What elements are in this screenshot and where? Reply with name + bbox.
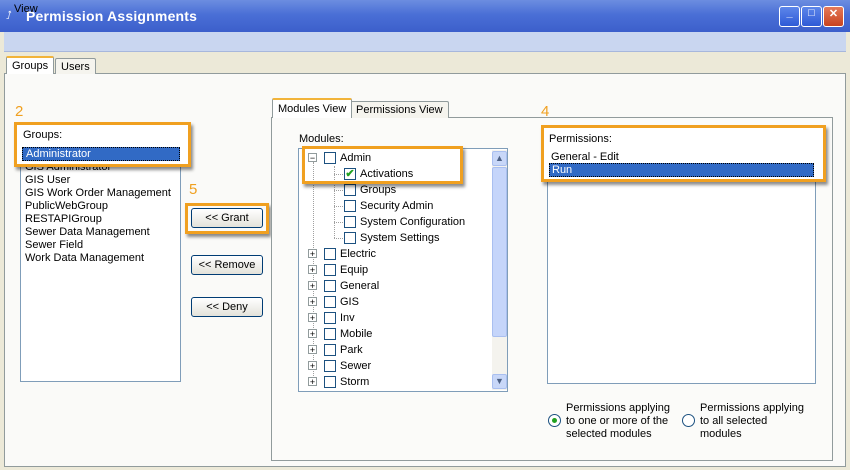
tree-node-module[interactable]: + GIS (300, 294, 492, 310)
list-item-group[interactable]: Work Data Management (25, 252, 144, 265)
checkbox[interactable] (324, 296, 336, 308)
tree-node-module[interactable]: + Park (300, 342, 492, 358)
scroll-thumb[interactable] (492, 167, 507, 337)
checkbox[interactable] (324, 280, 336, 292)
tree-node-module[interactable]: + General (300, 278, 492, 294)
tree-node-module[interactable]: + Mobile (300, 326, 492, 342)
radio-label-line: to all selected (700, 415, 768, 427)
modules-scrollbar[interactable]: ▲ ▼ (492, 150, 507, 390)
radio-any-modules[interactable] (548, 414, 561, 427)
annotation-5: 5 (189, 181, 198, 198)
menu-bar (4, 32, 846, 52)
expand-icon[interactable]: + (308, 361, 317, 371)
admin-highlight (302, 146, 463, 184)
tree-node-module[interactable]: + Sewer (300, 358, 492, 374)
remove-button[interactable]: << Remove (191, 255, 263, 275)
tree-node-child[interactable]: Security Admin (300, 198, 492, 214)
checkbox[interactable] (324, 344, 336, 356)
radio-all-modules[interactable] (682, 414, 695, 427)
checkbox[interactable] (324, 328, 336, 340)
expand-icon[interactable]: + (308, 265, 317, 275)
expand-icon[interactable]: + (308, 297, 317, 307)
expand-icon[interactable]: + (308, 249, 317, 259)
tree-node-label: Sewer (340, 360, 372, 372)
checkbox[interactable] (324, 360, 336, 372)
tree-node-label: GIS (340, 296, 359, 308)
tree-node-child[interactable]: System Settings (300, 230, 492, 246)
tree-guide-line (334, 206, 343, 207)
radio-label-line: selected modules (566, 428, 652, 440)
radio-label-line: modules (700, 428, 742, 440)
tree-node-label: Storm (340, 376, 370, 388)
list-item-group[interactable]: RESTAPIGroup (25, 213, 102, 226)
tree-node-label: General (340, 280, 380, 292)
tree-guide-line (334, 238, 343, 239)
tree-node-label: System Settings (360, 232, 440, 244)
list-item-group-selected[interactable]: Administrator (22, 147, 180, 161)
list-item-permission-selected[interactable]: Run (549, 163, 814, 177)
tree-node-label: System Configuration (360, 216, 466, 228)
deny-button[interactable]: << Deny (191, 297, 263, 317)
permissions-label: Permissions: (549, 133, 612, 145)
list-item-group[interactable]: GIS User (25, 174, 70, 187)
window-title: Permission Assignments (26, 8, 198, 24)
expand-icon[interactable]: + (308, 377, 317, 387)
scroll-up-button[interactable]: ▲ (492, 151, 507, 166)
tab-permissions-view[interactable]: Permissions View (350, 101, 449, 118)
tree-node-label: Electric (340, 248, 377, 260)
list-item-group[interactable]: Sewer Data Management (25, 226, 150, 239)
tree-node-label: Equip (340, 264, 369, 276)
tree-node-label: Security Admin (360, 200, 434, 212)
tree-node-module[interactable]: + Equip (300, 262, 492, 278)
annotation-2: 2 (15, 103, 24, 120)
tree-node-label: Park (340, 344, 363, 356)
tree-node-module[interactable]: + Electric (300, 246, 492, 262)
tree-rows: − Admin ✔ Activations Groups Security Admin Sy… (300, 150, 492, 390)
tree-node-label: Groups (360, 184, 397, 196)
checkbox[interactable] (344, 232, 356, 244)
expand-icon[interactable]: + (308, 313, 317, 323)
checkbox[interactable] (344, 200, 356, 212)
expand-icon[interactable]: + (308, 345, 317, 355)
radio-label-line: Permissions applying (700, 402, 804, 414)
checkbox[interactable] (324, 312, 336, 324)
minimize-button[interactable]: _ (779, 6, 800, 27)
tab-users[interactable]: Users (55, 58, 96, 74)
tree-node-child[interactable]: Groups (300, 182, 492, 198)
list-item-group[interactable]: GIS Work Order Management (25, 187, 171, 200)
list-item-permission[interactable]: General - Edit (551, 151, 619, 163)
tree-node-label: Inv (340, 312, 355, 324)
scroll-down-button[interactable]: ▼ (492, 374, 507, 389)
tab-groups[interactable]: Groups (6, 56, 55, 74)
list-item-group[interactable]: PublicWebGroup (25, 200, 108, 213)
list-item-group[interactable]: Sewer Field (25, 239, 83, 252)
checkbox[interactable] (324, 248, 336, 260)
radio-label-line: to one or more of the (566, 415, 669, 427)
groups-label: Groups: (23, 129, 63, 141)
close-button[interactable]: ✕ (823, 6, 844, 27)
checkbox[interactable] (344, 216, 356, 228)
radio-all-modules-label[interactable]: Permissions applying to all selected mod… (700, 402, 804, 441)
tree-node-label: Mobile (340, 328, 373, 340)
menu-view[interactable]: View (14, 3, 38, 15)
tree-node-child[interactable]: System Configuration (300, 214, 492, 230)
tree-node-module[interactable]: + Storm (300, 374, 492, 390)
checkbox[interactable] (324, 264, 336, 276)
checkbox[interactable] (344, 184, 356, 196)
modules-label: Modules: (299, 133, 344, 145)
expand-icon[interactable]: + (308, 329, 317, 339)
radio-selected-dot (552, 418, 557, 423)
radio-any-modules-label[interactable]: Permissions applying to one or more of t… (566, 402, 670, 441)
grant-button[interactable]: << Grant (191, 208, 263, 228)
tree-node-module[interactable]: + Inv (300, 310, 492, 326)
expand-icon[interactable]: + (308, 281, 317, 291)
tree-guide-line (334, 222, 343, 223)
tab-modules-view[interactable]: Modules View (272, 98, 353, 118)
tree-guide-line (334, 190, 343, 191)
maximize-button[interactable]: □ (801, 6, 822, 27)
radio-label-line: Permissions applying (566, 402, 670, 414)
checkbox[interactable] (324, 376, 336, 388)
